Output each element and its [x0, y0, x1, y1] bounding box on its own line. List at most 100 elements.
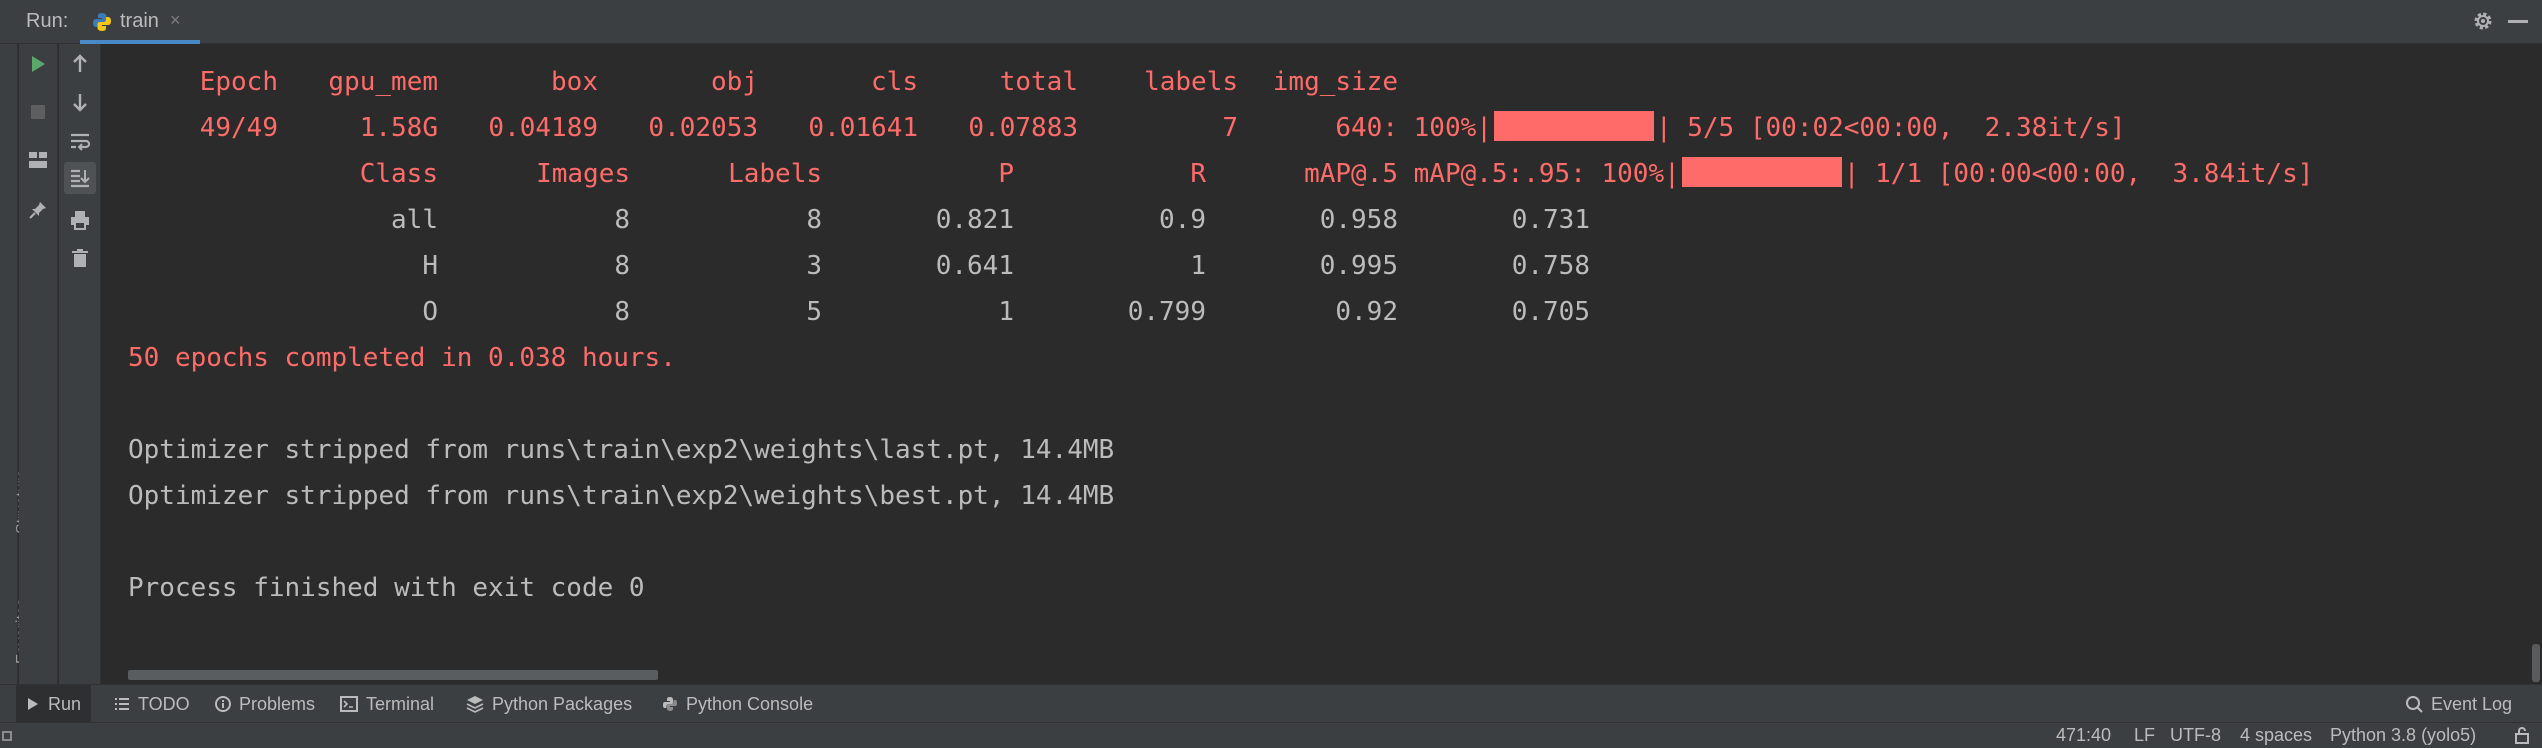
epoch-progress-status: | 5/5 [00:02<00:00, 2.38it/s]	[1655, 113, 2126, 143]
up-arrow-icon[interactable]	[64, 48, 96, 80]
tab-run-label: Run	[48, 693, 82, 714]
horizontal-scrollbar[interactable]	[128, 670, 658, 680]
run-toolbar-primary	[19, 44, 58, 684]
col-total: total	[999, 67, 1078, 97]
col-p: P	[998, 159, 1014, 189]
vertical-scrollbar-track[interactable]	[2528, 44, 2542, 684]
col-gpu-mem: gpu_mem	[328, 67, 438, 97]
layout-icon[interactable]	[22, 144, 54, 176]
epoch-progress-percent: 100%|	[1413, 113, 1492, 143]
bottom-tool-tabs: Run TODO Problems Terminal Python Packag…	[0, 684, 2542, 723]
val-gpu-mem: 1.58G	[359, 113, 438, 143]
row-images: 8	[614, 205, 630, 235]
tab-python-console-label: Python Console	[686, 693, 814, 714]
python-icon	[92, 12, 112, 37]
tab-python-packages[interactable]: Python Packages	[456, 685, 642, 723]
row-labels: 5	[806, 297, 822, 327]
tab-todo-label: TODO	[138, 693, 190, 714]
down-arrow-icon[interactable]	[64, 86, 96, 118]
console-output[interactable]: Epoch gpu_mem box obj cls total labels img_size…	[102, 44, 2528, 684]
tab-todo[interactable]: TODO	[104, 685, 200, 723]
val-total: 0.07883	[968, 113, 1078, 143]
python-interpreter[interactable]: Python 3.8 (yolo5)	[2330, 725, 2476, 746]
tool-window-toggle-icon[interactable]	[2, 731, 12, 741]
col-class: Class	[359, 159, 438, 189]
caret-position[interactable]: 471:40	[2056, 725, 2111, 746]
optimizer-line-best: Optimizer stripped from runs\train\exp2\…	[128, 481, 1115, 511]
tab-terminal[interactable]: Terminal	[330, 685, 444, 723]
row-map50: 0.958	[1319, 205, 1398, 235]
trash-icon[interactable]	[64, 242, 96, 274]
val-img-size: 640:	[1335, 113, 1398, 143]
scroll-to-end-icon[interactable]	[64, 162, 96, 194]
run-toolbar-secondary	[59, 44, 101, 684]
row-images: 8	[614, 251, 630, 281]
col-box: box	[551, 67, 598, 97]
minimize-icon[interactable]	[2508, 20, 2528, 23]
row-p: 0.641	[935, 251, 1014, 281]
soft-wrap-icon[interactable]	[64, 126, 96, 158]
col-cls: cls	[871, 67, 918, 97]
row-p: 0.821	[935, 205, 1014, 235]
row-r: 0.9	[1159, 205, 1206, 235]
terminal-icon	[340, 696, 358, 712]
row-class: all	[391, 205, 438, 235]
val-labels: 7	[1222, 113, 1238, 143]
run-label: Run:	[26, 10, 69, 32]
val-header-row: Class Images Labels P RmAP@.5 mAP@.5:.95: 10…	[128, 154, 2313, 194]
run-tab-train[interactable]: train ×	[80, 0, 200, 44]
row-map50: 0.995	[1319, 251, 1398, 281]
col-map50: mAP@.5	[1304, 159, 1398, 189]
line-separator[interactable]: LF	[2134, 725, 2155, 746]
left-side-stripe: Structure Favorites	[0, 44, 31, 684]
file-encoding[interactable]: UTF-8	[2170, 725, 2221, 746]
tab-run[interactable]: Run	[16, 685, 92, 723]
gear-icon[interactable]	[2472, 10, 2494, 37]
row-map50: 0.92	[1335, 297, 1398, 327]
val-row: all 8 8 0.821 0.9 0.958 0.731	[128, 200, 1590, 240]
val-box: 0.04189	[488, 113, 598, 143]
stop-icon[interactable]	[22, 96, 54, 128]
close-tab-icon[interactable]: ×	[170, 10, 181, 31]
optimizer-line-last: Optimizer stripped from runs\train\exp2\…	[128, 435, 1115, 465]
tab-event-log[interactable]: Event Log	[2405, 685, 2512, 723]
val-row: O 8 5 1 0.799 0.92 0.705	[128, 292, 1590, 332]
tab-python-console[interactable]: Python Console	[652, 685, 823, 723]
val-obj: 0.02053	[648, 113, 758, 143]
info-icon	[215, 696, 231, 712]
row-labels: 3	[806, 251, 822, 281]
tab-event-log-label: Event Log	[2430, 693, 2512, 714]
val-row: H 8 3 0.641 1 0.995 0.758	[128, 246, 1590, 286]
col-obj: obj	[711, 67, 758, 97]
val-cls: 0.01641	[808, 113, 918, 143]
vertical-scrollbar-thumb[interactable]	[2532, 644, 2540, 682]
lock-icon[interactable]	[2514, 726, 2530, 748]
val-epoch: 49/49	[199, 113, 278, 143]
print-icon[interactable]	[64, 204, 96, 236]
tab-problems[interactable]: Problems	[205, 685, 325, 723]
tab-terminal-label: Terminal	[366, 693, 435, 714]
row-map50-95: 0.705	[1511, 297, 1590, 327]
row-p: 1	[998, 297, 1014, 327]
python-console-icon	[663, 697, 677, 711]
row-r: 0.799	[1127, 297, 1206, 327]
indent-setting[interactable]: 4 spaces	[2240, 725, 2312, 746]
row-labels: 8	[806, 205, 822, 235]
row-class: H	[422, 251, 438, 281]
epochs-completed-line: 50 epochs completed in 0.038 hours.	[128, 343, 676, 373]
val-progress-bar	[1681, 157, 1842, 187]
list-icon	[115, 698, 129, 710]
search-icon	[2405, 696, 2423, 713]
val-progress-percent: 100%|	[1601, 159, 1680, 189]
epoch-values-row: 49/49 1.58G 0.04189 0.02053 0.01641 0.07883 7 6…	[128, 108, 2126, 148]
row-r: 1	[1190, 251, 1206, 281]
val-progress-status: | 1/1 [00:00<00:00, 3.84it/s]	[1843, 159, 2314, 189]
run-tab-icon	[28, 698, 38, 710]
col-labels: labels	[1144, 67, 1238, 97]
layers-icon	[466, 696, 484, 713]
run-tab-title: train	[120, 10, 159, 32]
col-r: R	[1190, 159, 1206, 189]
col-images: Images	[536, 159, 630, 189]
pin-icon[interactable]	[22, 194, 54, 226]
rerun-icon[interactable]	[22, 48, 54, 80]
